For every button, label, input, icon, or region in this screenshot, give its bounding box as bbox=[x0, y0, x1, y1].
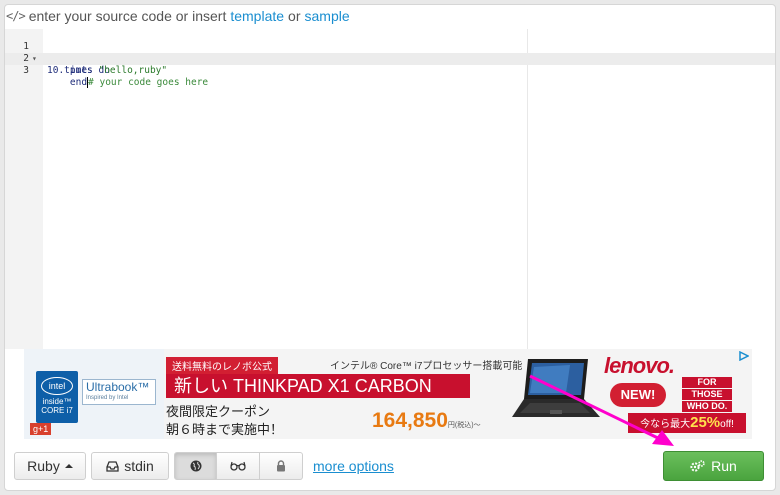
ad-free-shipping-ribbon: 送料無料のレノボ公式 bbox=[166, 357, 278, 374]
editor-header: </> enter your source code or insert tem… bbox=[6, 6, 350, 26]
string-literal: "hello,ruby" bbox=[98, 65, 168, 76]
language-select-button[interactable]: Ruby bbox=[14, 452, 86, 480]
private-visibility-button[interactable] bbox=[260, 452, 303, 480]
ad-coupon-line-1: 夜間限定クーポン bbox=[166, 404, 271, 419]
code-comment: # your code goes here bbox=[88, 77, 209, 88]
ad-processor-text: インテル® Core™ i7プロセッサー搭載可能 bbox=[330, 361, 523, 372]
globe-icon bbox=[190, 460, 201, 472]
ultrabook-logo: Ultrabook™ Inspired by Intel bbox=[82, 379, 156, 405]
code-content: puts "hello,ruby" bbox=[47, 65, 167, 77]
for-those-who-do-tagline: FOR THOSE WHO DO. bbox=[682, 377, 732, 413]
print-margin bbox=[527, 29, 528, 349]
header-text: enter your source code or insert bbox=[28, 8, 227, 24]
code-line[interactable]: 2 puts "hello,ruby" bbox=[5, 41, 167, 76]
glasses-icon bbox=[230, 461, 246, 471]
run-label: Run bbox=[711, 458, 737, 474]
adchoices-icon[interactable] bbox=[739, 351, 749, 361]
bottom-toolbar: Ruby stdin more options bbox=[14, 451, 394, 481]
stdin-label: stdin bbox=[124, 458, 154, 474]
tagline-line: WHO DO. bbox=[682, 401, 732, 412]
tagline-line: FOR bbox=[682, 377, 732, 388]
intel-inside-text: inside™ bbox=[42, 397, 72, 406]
code-line[interactable]: 1 ▾ 10.times do bbox=[5, 29, 110, 76]
more-options-link[interactable]: more options bbox=[313, 458, 394, 474]
code-icon: </> bbox=[6, 9, 26, 23]
run-button[interactable]: Run bbox=[663, 451, 764, 481]
language-label: Ruby bbox=[27, 458, 60, 474]
line-number: 3 bbox=[23, 65, 29, 76]
tagline-line: THOSE bbox=[682, 389, 732, 400]
intel-core-text: CORE i7 bbox=[41, 406, 73, 415]
caret-up-icon bbox=[64, 464, 73, 468]
ad-discount-banner: 今なら最大25%off! bbox=[628, 413, 746, 433]
public-visibility-button[interactable] bbox=[174, 452, 217, 480]
ad-price-value: 164,850 bbox=[372, 409, 448, 432]
discount-suffix: off! bbox=[720, 419, 734, 430]
intel-badge: intel inside™ CORE i7 bbox=[36, 371, 78, 423]
active-line-highlight bbox=[5, 53, 775, 65]
ad-intel-section: intel inside™ CORE i7 Ultrabook™ Inspire… bbox=[24, 349, 164, 439]
discount-value: 25% bbox=[690, 414, 721, 431]
gears-icon bbox=[690, 460, 705, 472]
code-text: puts bbox=[47, 65, 99, 76]
code-text: end bbox=[47, 77, 88, 88]
intel-logo: intel bbox=[41, 377, 73, 395]
lenovo-logo: lenovo. bbox=[604, 353, 675, 378]
lock-icon bbox=[277, 460, 285, 472]
inbox-icon bbox=[106, 460, 119, 472]
ultrabook-title: Ultrabook™ bbox=[86, 380, 150, 394]
ad-price-suffix: 円(税込)～ bbox=[447, 422, 481, 429]
template-link[interactable]: template bbox=[230, 8, 284, 24]
ad-product-ribbon: 新しい THINKPAD X1 CARBON bbox=[166, 374, 470, 398]
visibility-toggle-group bbox=[174, 452, 303, 480]
code-content: end# your code goes here bbox=[47, 77, 208, 89]
fold-arrow-icon[interactable]: ▾ bbox=[32, 53, 37, 65]
stdin-button[interactable]: stdin bbox=[91, 452, 169, 480]
ad-coupon-line-2: 朝６時まで実施中！ bbox=[166, 422, 284, 437]
google-plus-one-button[interactable]: g+1 bbox=[30, 423, 52, 435]
code-line-active[interactable]: 3 end# your code goes here bbox=[5, 53, 208, 88]
code-editor[interactable]: 1 ▾ 10.times do 2 puts "hello,ruby" 3 en… bbox=[5, 29, 775, 349]
advertisement-banner[interactable]: intel inside™ CORE i7 Ultrabook™ Inspire… bbox=[24, 349, 752, 439]
laptop-image bbox=[512, 359, 600, 417]
new-badge: NEW! bbox=[610, 383, 666, 407]
discount-prefix: 今なら最大 bbox=[640, 419, 691, 430]
ad-price: 164,850円(税込)～ bbox=[372, 409, 481, 433]
unlisted-visibility-button[interactable] bbox=[217, 452, 260, 480]
ultrabook-subtitle: Inspired by Intel bbox=[86, 395, 129, 401]
header-or-text: or bbox=[288, 8, 301, 24]
sample-link[interactable]: sample bbox=[305, 8, 350, 24]
